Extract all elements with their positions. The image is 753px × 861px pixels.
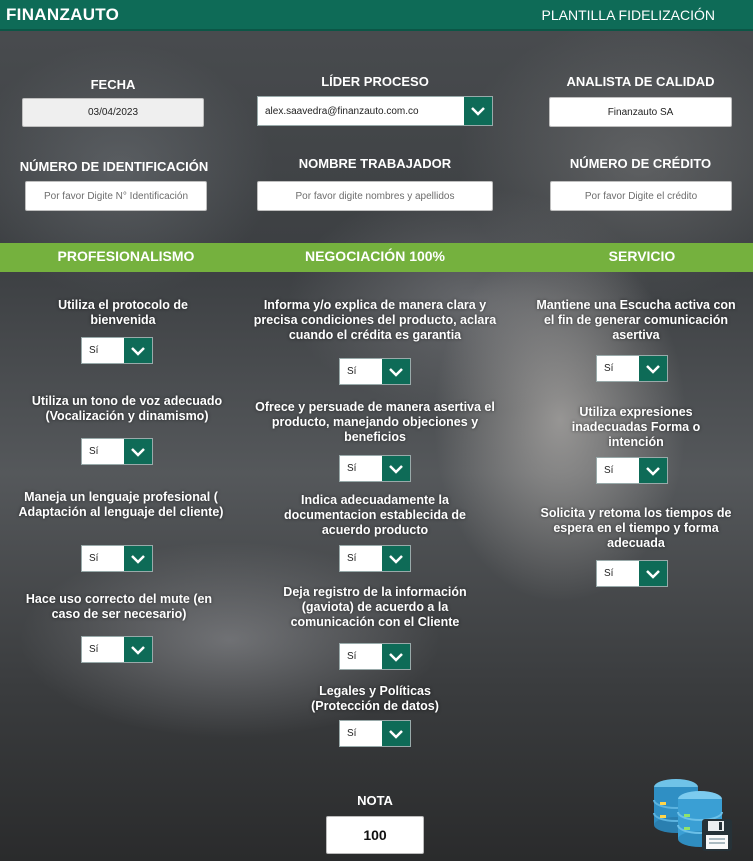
question-profesionalismo-1: Utiliza el protocolo de bienvenida — [58, 298, 188, 327]
lider-dropdown[interactable]: alex.saavedra@finanzauto.com.co — [257, 96, 493, 126]
question-negociacion-2: Ofrece y persuade de manera asertiva el … — [255, 400, 495, 444]
question-servicio-1: Mantiene una Escucha activa con el fin d… — [536, 298, 736, 342]
chevron-down-icon[interactable] — [382, 546, 410, 571]
answer-dropdown-negociacion-5[interactable]: Sí — [339, 720, 411, 747]
question-negociacion-3: Indica adecuadamente la documentacion es… — [284, 493, 466, 537]
answer-value: Sí — [89, 345, 99, 356]
section-title-servicio: SERVICIO — [608, 248, 676, 264]
answer-dropdown-negociacion-3[interactable]: Sí — [339, 545, 411, 572]
lider-label: LÍDER PROCESO — [321, 74, 429, 89]
analista-label: ANALISTA DE CALIDAD — [566, 74, 715, 89]
answer-dropdown-profesionalismo-4[interactable]: Sí — [81, 636, 153, 663]
question-profesionalismo-3: Maneja un lenguaje profesional ( Adaptac… — [18, 490, 224, 519]
fecha-field[interactable]: 03/04/2023 — [22, 98, 204, 127]
brand-name: FINANZAUTO — [6, 5, 120, 24]
fecha-label: FECHA — [90, 77, 136, 92]
answer-dropdown-profesionalismo-2[interactable]: Sí — [81, 438, 153, 465]
answer-dropdown-servicio-1[interactable]: Sí — [596, 355, 668, 382]
question-servicio-2: Utiliza expresiones inadecuadas Forma o … — [571, 405, 701, 449]
answer-value: Sí — [604, 465, 614, 476]
chevron-down-icon[interactable] — [382, 359, 410, 384]
answer-dropdown-servicio-3[interactable]: Sí — [596, 560, 668, 587]
chevron-down-icon[interactable] — [124, 546, 152, 571]
answer-value: Sí — [347, 553, 357, 564]
answer-value: Sí — [89, 446, 99, 457]
answer-dropdown-negociacion-2[interactable]: Sí — [339, 455, 411, 482]
answer-dropdown-profesionalismo-3[interactable]: Sí — [81, 545, 153, 572]
question-negociacion-1: Informa y/o explica de manera clara y pr… — [253, 298, 497, 342]
header-bar: FINANZAUTO PLANTILLA FIDELIZACIÓN — [0, 0, 753, 31]
chevron-down-icon[interactable] — [639, 356, 667, 381]
analista-field[interactable]: Finanzauto SA — [549, 97, 732, 127]
chevron-down-icon[interactable] — [639, 561, 667, 586]
question-profesionalismo-2: Utiliza un tono de voz adecuado (Vocaliz… — [31, 394, 223, 423]
answer-dropdown-negociacion-4[interactable]: Sí — [339, 643, 411, 670]
answer-value: Sí — [604, 363, 614, 374]
identificacion-label: NÚMERO DE IDENTIFICACIÓN — [19, 159, 209, 174]
credito-input[interactable]: Por favor Digite el crédito — [550, 181, 732, 211]
answer-value: Sí — [347, 463, 357, 474]
chevron-down-icon[interactable] — [639, 458, 667, 483]
chevron-down-icon[interactable] — [382, 456, 410, 481]
chevron-down-icon[interactable] — [124, 338, 152, 363]
answer-value: Sí — [89, 644, 99, 655]
nota-label: NOTA — [357, 793, 393, 808]
section-title-profesionalismo: PROFESIONALISMO — [57, 248, 195, 264]
question-profesionalismo-4: Hace uso correcto del mute (en caso de s… — [25, 592, 213, 621]
question-negociacion-4: Deja registro de la información (gaviota… — [283, 585, 467, 629]
answer-dropdown-profesionalismo-1[interactable]: Sí — [81, 337, 153, 364]
answer-value: Sí — [347, 651, 357, 662]
answer-dropdown-negociacion-1[interactable]: Sí — [339, 358, 411, 385]
template-title: PLANTILLA FIDELIZACIÓN — [541, 7, 716, 23]
answer-dropdown-servicio-2[interactable]: Sí — [596, 457, 668, 484]
chevron-down-icon[interactable] — [464, 97, 492, 125]
lider-value: alex.saavedra@finanzauto.com.co — [265, 105, 419, 117]
answer-value: Sí — [347, 366, 357, 377]
chevron-down-icon[interactable] — [124, 439, 152, 464]
credito-label: NÚMERO DE CRÉDITO — [569, 156, 712, 171]
question-servicio-3: Solicita y retoma los tiempos de espera … — [540, 506, 732, 550]
chevron-down-icon[interactable] — [382, 644, 410, 669]
chevron-down-icon[interactable] — [382, 721, 410, 746]
nombre-label: NOMBRE TRABAJADOR — [298, 156, 452, 171]
chevron-down-icon[interactable] — [124, 637, 152, 662]
nota-value: 100 — [326, 816, 424, 854]
nombre-input[interactable]: Por favor digite nombres y apellidos — [257, 181, 493, 211]
answer-value: Sí — [604, 568, 614, 579]
question-negociacion-5: Legales y Políticas (Protección de datos… — [311, 684, 439, 713]
section-title-negociacion: NEGOCIACIÓN 100% — [304, 248, 446, 264]
answer-value: Sí — [347, 728, 357, 739]
identificacion-input[interactable]: Por favor Digite N° Identificación — [25, 181, 207, 211]
answer-value: Sí — [89, 553, 99, 564]
database-save-icon[interactable] — [652, 777, 734, 853]
